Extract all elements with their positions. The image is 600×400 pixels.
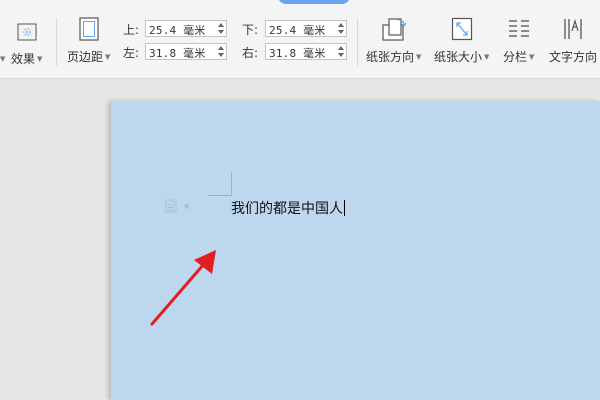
- margin-top-label: 上:: [123, 23, 140, 37]
- margin-right-label: 右:: [242, 46, 259, 60]
- effects-label: 效果: [11, 52, 36, 66]
- stepper-up-icon[interactable]: [218, 46, 224, 50]
- stepper-up-icon[interactable]: [218, 23, 224, 27]
- document-body-text[interactable]: 我们的都是中国人: [231, 198, 345, 218]
- stepper-down-icon[interactable]: [218, 30, 224, 34]
- active-tab-indicator: [278, 0, 350, 4]
- margin-bottom-label: 下:: [242, 23, 259, 37]
- stepper-down-icon[interactable]: [338, 53, 344, 57]
- stepper-down-icon[interactable]: [338, 30, 344, 34]
- margin-top-stepper[interactable]: 25.4 毫米: [145, 20, 227, 37]
- margin-top-value: 25.4 毫米: [149, 24, 206, 37]
- paper-size-label: 纸张大小: [434, 50, 483, 64]
- chevron-down-icon[interactable]: ▼: [0, 55, 5, 63]
- text-cursor: [344, 200, 345, 216]
- paper-size-icon: [451, 16, 473, 42]
- columns-label: 分栏: [503, 50, 528, 64]
- paper-size-button[interactable]: 纸张大小 ▼: [434, 16, 489, 65]
- toolbar-separator: [357, 18, 358, 66]
- page-layout-toolbar: ▼ 效果 ▼ 页边距 ▼ 上: 25.4 毫米 左: 31.8 毫米 下: 25…: [0, 0, 600, 79]
- text-direction-button[interactable]: 文字方向: [549, 16, 597, 65]
- chevron-down-icon[interactable]: ▼: [184, 203, 189, 211]
- text-direction-icon: [562, 16, 584, 42]
- orientation-label: 纸张方向: [366, 50, 415, 64]
- text-direction-label: 文字方向: [549, 50, 598, 64]
- page-margins-icon: [79, 16, 99, 42]
- margin-left-value: 31.8 毫米: [149, 47, 206, 60]
- columns-button[interactable]: 分栏 ▼: [503, 16, 534, 65]
- margins-label: 页边距: [67, 50, 104, 64]
- margin-left-stepper[interactable]: 31.8 毫米: [145, 43, 227, 60]
- page-orientation-icon: [381, 16, 407, 42]
- paragraph-layout-icon[interactable]: [164, 198, 178, 217]
- stepper-up-icon[interactable]: [338, 23, 344, 27]
- margin-left-label: 左:: [123, 46, 140, 60]
- margin-right-value: 31.8 毫米: [269, 47, 326, 60]
- margin-right-stepper[interactable]: 31.8 毫米: [265, 43, 347, 60]
- stepper-down-icon[interactable]: [218, 53, 224, 57]
- margin-bottom-stepper[interactable]: 25.4 毫米: [265, 20, 347, 37]
- red-arrow-annotation: [150, 250, 216, 326]
- stepper-up-icon[interactable]: [338, 46, 344, 50]
- orientation-button[interactable]: 纸张方向 ▼: [366, 16, 421, 65]
- toolbar-separator: [56, 18, 57, 66]
- margin-corner-mark: [208, 195, 232, 196]
- effects-icon: [17, 22, 37, 42]
- document-text: 我们的都是中国人: [231, 201, 343, 217]
- margin-bottom-value: 25.4 毫米: [269, 24, 326, 37]
- effects-button[interactable]: 效果 ▼: [11, 22, 42, 67]
- columns-icon: [507, 16, 531, 42]
- margins-button[interactable]: 页边距 ▼: [67, 16, 110, 65]
- margin-corner-mark: [231, 172, 232, 196]
